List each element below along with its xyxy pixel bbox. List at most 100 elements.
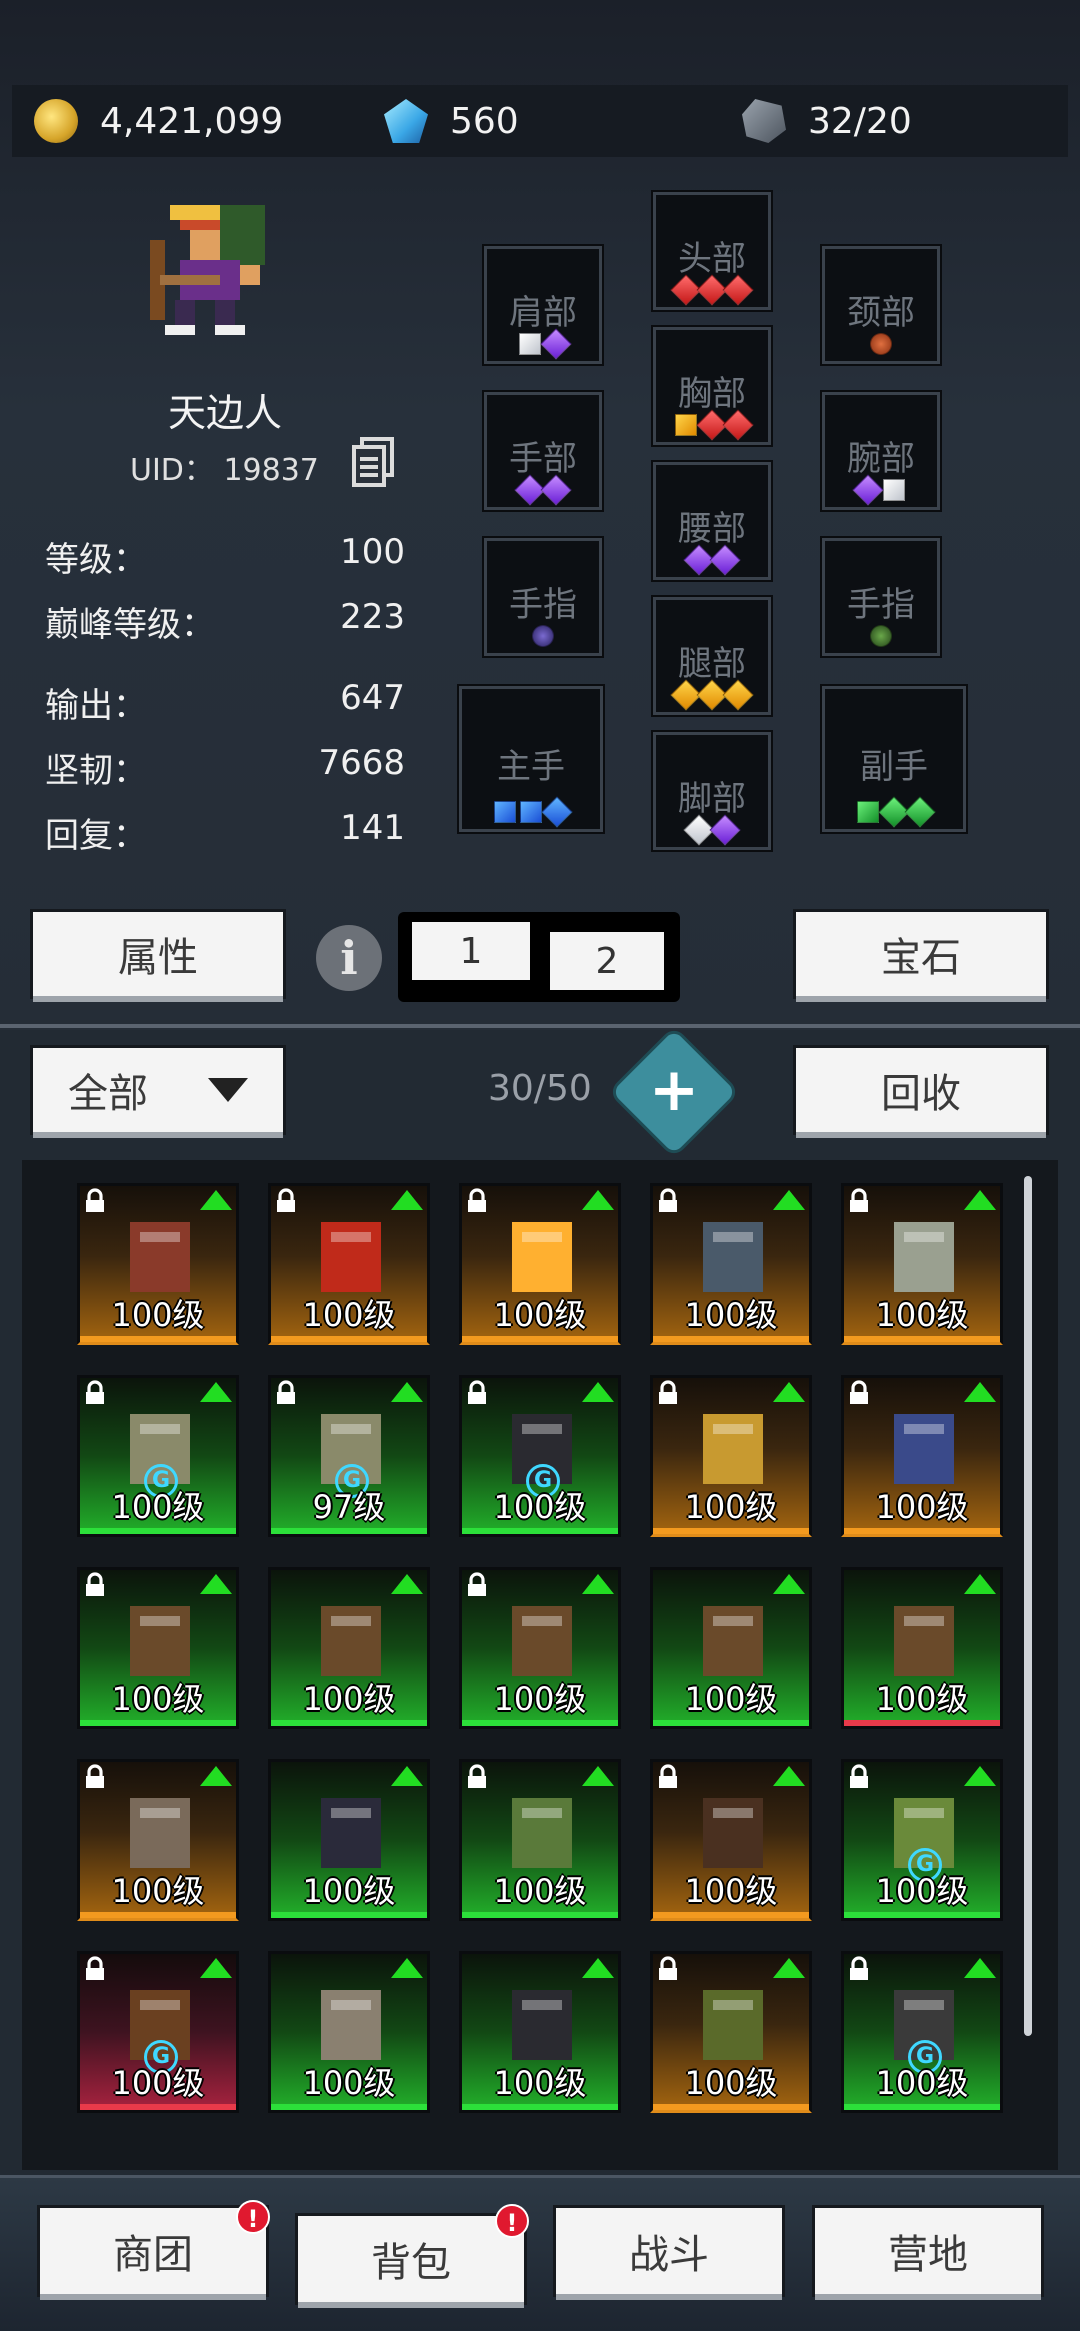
- inventory-item[interactable]: 100级: [841, 1183, 1003, 1345]
- bag-alert-badge: !: [495, 2204, 529, 2238]
- upgrade-arrow-icon: [773, 1574, 805, 1594]
- upgrade-arrow-icon: [200, 1574, 232, 1594]
- inventory-item[interactable]: G 100级: [841, 1759, 1003, 1921]
- inventory-item[interactable]: G 100级: [459, 1375, 621, 1537]
- lock-icon: [86, 1764, 104, 1788]
- nav-battle[interactable]: 战斗: [556, 2208, 782, 2294]
- inventory-item[interactable]: 100级: [459, 1951, 621, 2113]
- tab-loadout-1[interactable]: 1: [412, 922, 530, 980]
- inventory-item[interactable]: 100级: [268, 1567, 430, 1729]
- inventory-item[interactable]: 100级: [841, 1567, 1003, 1729]
- slot-head[interactable]: 头部: [653, 192, 771, 310]
- gem-sockets: [825, 796, 963, 828]
- inventory-item[interactable]: 100级: [650, 1567, 812, 1729]
- slot-finger-left[interactable]: 手指: [484, 538, 602, 656]
- slot-neck[interactable]: 颈部: [822, 246, 940, 364]
- lock-icon: [659, 1764, 677, 1788]
- lock-icon: [86, 1188, 104, 1212]
- inventory-item[interactable]: 100级: [268, 1759, 430, 1921]
- gem-sockets: [656, 409, 768, 441]
- gem-sockets: [656, 274, 768, 306]
- stat-value: 223: [340, 597, 405, 637]
- inventory-item[interactable]: 100级: [841, 1375, 1003, 1537]
- inventory-item[interactable]: G 100级: [77, 1375, 239, 1537]
- slot-finger-right[interactable]: 手指: [822, 538, 940, 656]
- copy-icon[interactable]: [352, 437, 396, 487]
- gem-currency: 560: [384, 85, 519, 157]
- slot-feet[interactable]: 脚部: [653, 732, 771, 850]
- inventory-item[interactable]: 100级: [268, 1183, 430, 1345]
- inventory-item[interactable]: 100级: [459, 1183, 621, 1345]
- inventory-item[interactable]: 100级: [459, 1567, 621, 1729]
- uid-label: UID： 19837: [130, 453, 319, 488]
- attributes-button[interactable]: 属性: [33, 912, 283, 996]
- gem-sockets: [825, 625, 937, 647]
- item-level: 100级: [493, 1680, 587, 1718]
- upgrade-arrow-icon: [964, 1190, 996, 1210]
- item-level: 100级: [111, 1680, 205, 1718]
- filter-dropdown[interactable]: 全部: [33, 1048, 283, 1132]
- blue-gem-icon: [384, 99, 428, 143]
- inventory-item[interactable]: 100级: [77, 1759, 239, 1921]
- upgrade-arrow-icon: [200, 1382, 232, 1402]
- slot-hand[interactable]: 手部: [484, 392, 602, 510]
- inventory-item[interactable]: 100级: [459, 1759, 621, 1921]
- inventory-item[interactable]: 100级: [650, 1951, 812, 2113]
- recycle-button[interactable]: 回收: [796, 1048, 1046, 1132]
- tab-loadout-2[interactable]: 2: [550, 932, 664, 990]
- gold-currency: 4,421,099: [34, 85, 283, 157]
- slot-label: 腿部: [678, 644, 746, 684]
- lock-icon: [850, 1764, 868, 1788]
- item-level: 100级: [875, 1296, 969, 1334]
- slot-chest[interactable]: 胸部: [653, 327, 771, 445]
- inventory-item[interactable]: 100级: [650, 1759, 812, 1921]
- lock-icon: [659, 1380, 677, 1404]
- inventory-item[interactable]: G 97级: [268, 1375, 430, 1537]
- inventory-item[interactable]: 100级: [77, 1183, 239, 1345]
- slot-off-hand[interactable]: 副手: [822, 686, 966, 832]
- inventory-item[interactable]: 100级: [650, 1375, 812, 1537]
- lock-icon: [86, 1380, 104, 1404]
- slot-legs[interactable]: 腿部: [653, 597, 771, 715]
- slot-label: 头部: [678, 239, 746, 279]
- upgrade-arrow-icon: [964, 1382, 996, 1402]
- nav-guild[interactable]: 商团: [40, 2208, 266, 2294]
- slot-label: 主手: [497, 747, 565, 787]
- upgrade-arrow-icon: [582, 1958, 614, 1978]
- item-level: 100级: [302, 1296, 396, 1334]
- lock-icon: [850, 1380, 868, 1404]
- lock-icon: [468, 1188, 486, 1212]
- nav-camp[interactable]: 营地: [815, 2208, 1041, 2294]
- slot-shoulder[interactable]: 肩部: [484, 246, 602, 364]
- item-level: 100级: [684, 2064, 778, 2102]
- lock-icon: [86, 1572, 104, 1596]
- slot-wrist[interactable]: 腕部: [822, 392, 940, 510]
- stat-label: 输出：: [45, 686, 147, 726]
- ore-currency: 32/20: [742, 85, 912, 157]
- upgrade-arrow-icon: [773, 1382, 805, 1402]
- inventory-item[interactable]: G 100级: [841, 1951, 1003, 2113]
- upgrade-arrow-icon: [200, 1766, 232, 1786]
- nav-bag[interactable]: 背包: [298, 2216, 524, 2302]
- upgrade-arrow-icon: [200, 1958, 232, 1978]
- stat-label: 回复：: [45, 816, 147, 856]
- gems-button[interactable]: 宝石: [796, 912, 1046, 996]
- inventory-scrollbar[interactable]: [1024, 1176, 1032, 2036]
- inventory-item[interactable]: 100级: [77, 1567, 239, 1729]
- inventory-item[interactable]: 100级: [650, 1183, 812, 1345]
- gem-sockets: [656, 814, 768, 846]
- inventory-item[interactable]: G 100级: [77, 1951, 239, 2113]
- info-icon[interactable]: i: [316, 925, 382, 991]
- slot-waist[interactable]: 腰部: [653, 462, 771, 580]
- slot-main-hand[interactable]: 主手: [459, 686, 603, 832]
- slot-label: 肩部: [509, 293, 577, 333]
- inventory-item[interactable]: 100级: [268, 1951, 430, 2113]
- stat-output: 输出： 647: [45, 678, 405, 727]
- gem-sockets: [462, 796, 600, 828]
- stat-toughness: 坚韧： 7668: [45, 743, 405, 792]
- gold-coin-icon: [34, 99, 78, 143]
- stat-level: 等级： 100: [45, 532, 405, 581]
- upgrade-arrow-icon: [773, 1190, 805, 1210]
- gem-sockets: [656, 679, 768, 711]
- character-avatar[interactable]: [130, 190, 295, 355]
